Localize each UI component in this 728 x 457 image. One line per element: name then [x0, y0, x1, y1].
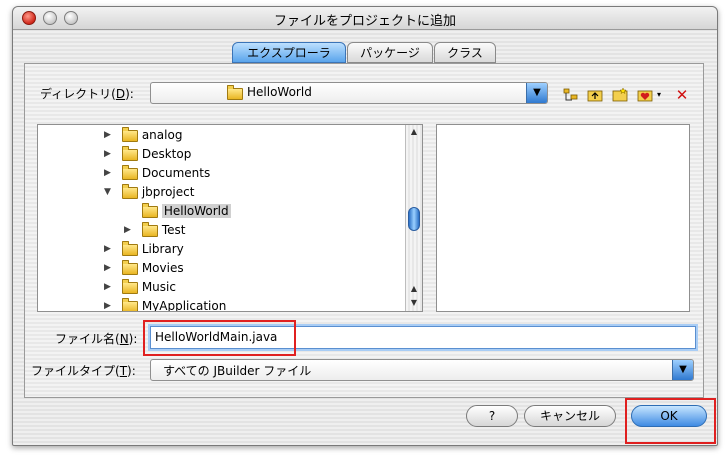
folder-icon [122, 297, 138, 311]
tree-item-jbproject[interactable]: ▼ jbproject [104, 183, 194, 201]
up-folder-icon[interactable] [587, 87, 603, 103]
tab-explorer[interactable]: エクスプローラ [232, 42, 346, 63]
preview-pane [436, 124, 690, 312]
folder-icon [122, 183, 138, 199]
window-title: ファイルをプロジェクトに追加 [273, 14, 456, 29]
folder-icon [122, 126, 138, 142]
chevron-down-icon[interactable]: ▼ [672, 360, 693, 380]
filetype-value: すべての JBuilder ファイル [163, 364, 312, 378]
favorites-icon[interactable] [637, 87, 653, 103]
filename-label: ファイル名(N): [55, 332, 138, 346]
tree-item-label: MyApplication [141, 299, 227, 312]
folder-icon [227, 85, 243, 100]
folder-icon [122, 278, 138, 294]
tree-item-documents[interactable]: ▶ Documents [104, 164, 210, 182]
tree-item-label: HelloWorld [161, 204, 231, 218]
tree-item-label: jbproject [141, 185, 195, 199]
tree-item-label: Documents [141, 166, 211, 180]
scroll-thumb[interactable] [408, 207, 420, 231]
tab-class[interactable]: クラス [434, 42, 496, 63]
scroll-up-arrow-icon[interactable]: ▲ [406, 127, 422, 136]
folder-icon [122, 145, 138, 161]
expand-arrow-icon[interactable]: ▶ [104, 145, 111, 163]
folder-icon [142, 202, 158, 218]
tree-item-label: analog [141, 128, 183, 142]
tree-item-label: Music [141, 280, 176, 294]
tree-item-helloworld[interactable]: HelloWorld [142, 202, 231, 220]
tree-item-desktop[interactable]: ▶ Desktop [104, 145, 191, 163]
chevron-down-icon[interactable]: ▼ [526, 83, 547, 103]
tree-item-label: Library [141, 242, 184, 256]
tab-package[interactable]: パッケージ [347, 42, 433, 63]
tree-item-test[interactable]: ▶ Test [124, 221, 185, 239]
highlight-ok [625, 398, 716, 444]
expand-arrow-icon[interactable]: ▶ [104, 240, 111, 258]
new-folder-icon[interactable] [612, 87, 628, 103]
tree-item-label: Desktop [141, 147, 192, 161]
scroll-up-arrow-icon[interactable]: ▲ [406, 284, 422, 293]
folder-icon [122, 240, 138, 256]
delete-icon[interactable]: ✕ [674, 87, 690, 103]
help-button[interactable]: ? [466, 405, 518, 427]
tree-item-analog[interactable]: ▶ analog [104, 126, 182, 144]
scroll-down-arrow-icon[interactable]: ▼ [406, 298, 422, 307]
directory-combo[interactable]: HelloWorld ▼ [150, 82, 548, 104]
tree-item-music[interactable]: ▶ Music [104, 278, 176, 296]
cancel-button[interactable]: キャンセル [524, 405, 616, 427]
collapse-arrow-icon[interactable]: ▼ [104, 183, 111, 201]
expand-arrow-icon[interactable]: ▶ [104, 259, 111, 277]
expand-arrow-icon[interactable]: ▶ [104, 297, 111, 311]
filetype-combo[interactable]: すべての JBuilder ファイル ▼ [150, 359, 694, 381]
expand-arrow-icon[interactable]: ▶ [104, 126, 111, 144]
tree-item-myapplication[interactable]: ▶ MyApplication [104, 297, 227, 312]
folder-icon [142, 221, 158, 237]
expand-arrow-icon[interactable]: ▶ [104, 278, 111, 296]
tree-item-library[interactable]: ▶ Library [104, 240, 184, 258]
tree-view-icon[interactable] [563, 87, 579, 103]
dropdown-caret-icon[interactable]: ▾ [655, 87, 663, 103]
tree-item-movies[interactable]: ▶ Movies [104, 259, 184, 277]
folder-icon [122, 259, 138, 275]
folder-tree[interactable]: ▶ analog ▶ Desktop ▶ Documents ▼ jbproje… [37, 124, 423, 312]
expand-arrow-icon[interactable]: ▶ [124, 221, 131, 239]
title-bar[interactable]: ファイルをプロジェクトに追加 [13, 7, 717, 30]
directory-label: ディレクトリ(D): [40, 87, 134, 101]
tree-item-label: Movies [141, 261, 184, 275]
tree-scrollbar[interactable]: ▲ ▲ ▼ [405, 125, 422, 311]
tree-item-label: Test [161, 223, 186, 237]
directory-value: HelloWorld [247, 85, 312, 99]
expand-arrow-icon[interactable]: ▶ [104, 164, 111, 182]
filetype-label: ファイルタイプ(T): [31, 364, 136, 378]
folder-icon [122, 164, 138, 180]
highlight-filename [143, 320, 296, 356]
